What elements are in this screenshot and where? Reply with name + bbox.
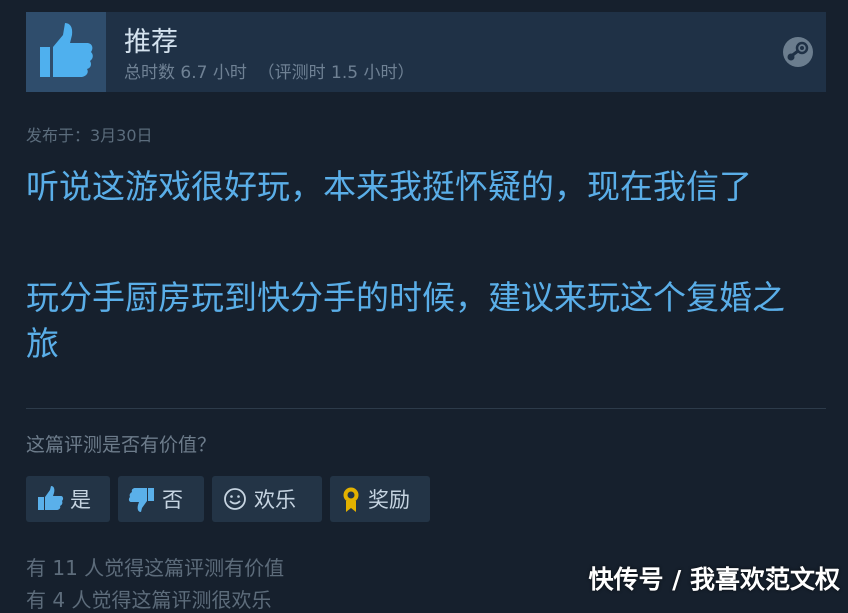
vote-yes-button[interactable]: 是: [26, 476, 110, 522]
helpful-question: 这篇评测是否有价值？: [26, 434, 217, 456]
recommendation-title: 推荐: [124, 27, 178, 58]
vote-funny-button[interactable]: 欢乐: [212, 476, 322, 522]
award-icon: [340, 485, 362, 513]
thumbs-up-icon: [36, 485, 64, 513]
helpful-count: 有 11 人觉得这篇评测有价值: [26, 556, 285, 580]
vote-no-button[interactable]: 否: [118, 476, 204, 522]
vote-yes-label: 是: [70, 488, 91, 512]
funny-count: 有 4 人觉得这篇评测很欢乐: [26, 588, 272, 612]
award-label: 奖励: [368, 488, 410, 512]
vote-buttons: 是 否 欢乐 奖励: [26, 476, 430, 522]
vote-no-label: 否: [162, 488, 183, 512]
thumbs-down-icon: [128, 485, 156, 513]
recommended-thumbs-up-icon: [26, 12, 106, 92]
vote-funny-label: 欢乐: [254, 488, 296, 512]
hours-played: 总时数 6.7 小时 （评测时 1.5 小时）: [124, 63, 415, 83]
watermark: 快传号 / 我喜欢范文权: [588, 565, 840, 594]
smiley-icon: [222, 486, 248, 512]
review-header: 推荐 总时数 6.7 小时 （评测时 1.5 小时）: [26, 12, 826, 92]
steam-logo-icon: [783, 37, 813, 67]
review-paragraph: 听说这游戏很好玩，本来我挺怀疑的，现在我信了: [26, 167, 752, 206]
posted-date: 发布于：3月30日: [26, 126, 153, 145]
review-paragraph: 玩分手厨房玩到快分手的时候，建议来玩这个复婚之旅: [26, 278, 785, 363]
award-button[interactable]: 奖励: [330, 476, 430, 522]
divider: [26, 408, 826, 409]
